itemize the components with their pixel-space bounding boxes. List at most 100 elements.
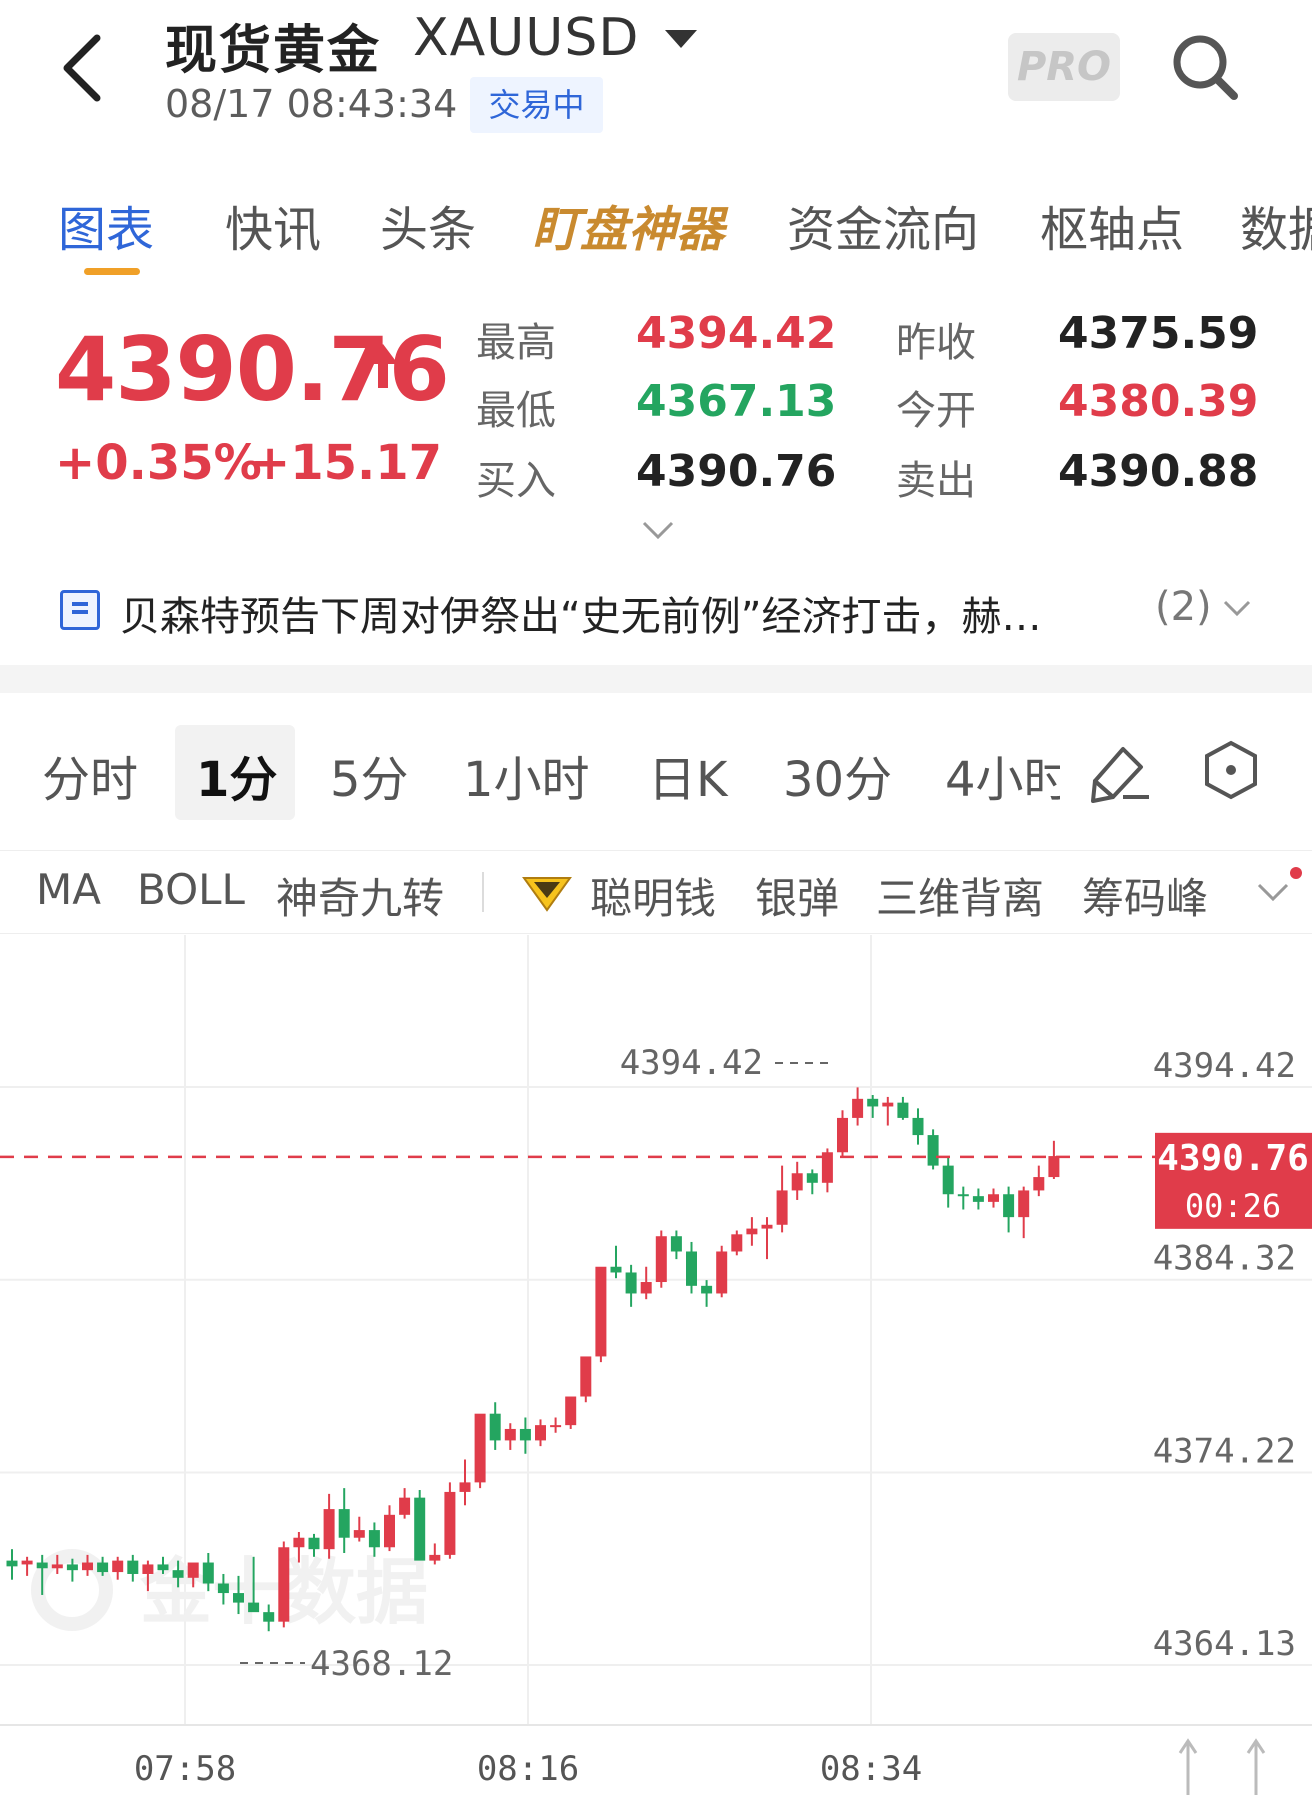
period-1hour[interactable]: 1小时 <box>463 740 590 810</box>
current-price-label: 4390.76 <box>1157 1138 1309 1179</box>
period-5min[interactable]: 5分 <box>330 740 409 810</box>
bid-value: 4390.76 <box>636 446 837 497</box>
candle-body <box>761 1224 773 1229</box>
candle-body <box>323 1509 335 1550</box>
candle-body <box>353 1530 365 1538</box>
candle-body <box>806 1173 818 1183</box>
period-daily[interactable]: 日K <box>648 740 727 810</box>
candle-body <box>701 1285 713 1294</box>
period-30min[interactable]: 30分 <box>783 740 892 810</box>
change-value: +15.17 <box>250 435 443 491</box>
candle-body <box>625 1272 637 1294</box>
candle-body <box>293 1537 305 1548</box>
indicator-bar-divider <box>0 850 1312 851</box>
candle-body <box>610 1266 622 1273</box>
y-tick-label: 4394.42 <box>1153 1046 1296 1086</box>
change-percent: +0.35% <box>55 435 262 491</box>
news-count[interactable]: (2) <box>1155 584 1212 630</box>
indicator-ma[interactable]: MA <box>36 865 101 914</box>
x-tick-label: 07:58 <box>134 1749 236 1789</box>
candle-body <box>640 1282 652 1294</box>
indicator-more-chevron-icon[interactable] <box>1255 880 1291 904</box>
news-headline[interactable]: 贝森特预告下周对伊祭出“史无前例”经济打击，赫… <box>120 584 1100 642</box>
pro-button[interactable]: PRO <box>1008 33 1120 101</box>
candle-body <box>837 1117 848 1153</box>
y-tick-label: 4364.13 <box>1153 1624 1296 1664</box>
y-tick-label: 4384.32 <box>1153 1239 1296 1279</box>
candle-body <box>595 1266 607 1357</box>
notification-dot <box>1290 867 1302 879</box>
tab-chart[interactable]: 图表 <box>58 190 154 260</box>
candle-body <box>655 1236 667 1283</box>
candle-body <box>882 1102 894 1107</box>
candle-body <box>21 1560 33 1565</box>
settings-hexagon-icon[interactable] <box>1196 735 1266 805</box>
open-value: 4380.39 <box>1058 376 1259 427</box>
candle-body <box>429 1554 441 1561</box>
candle-body <box>51 1564 63 1569</box>
candle-body <box>263 1612 275 1622</box>
candle-body <box>278 1547 290 1622</box>
period-timeshare[interactable]: 分时 <box>42 740 138 810</box>
max-price-label: 4394.42 <box>620 1043 763 1083</box>
candlestick-chart[interactable]: 金十数据 4390.7600:264394.424368.12 4394.424… <box>0 935 1312 1809</box>
candle-body <box>957 1194 969 1197</box>
candle-body <box>927 1135 939 1166</box>
candle-body <box>580 1356 592 1397</box>
watermark: 金十数据 <box>31 1549 428 1634</box>
period-1min[interactable]: 1分 <box>196 740 277 810</box>
candle-body <box>233 1593 244 1603</box>
candle-body <box>142 1564 154 1574</box>
chart-axes: 4394.42 4384.32 4374.22 4364.13 07:58 08:16 08… <box>134 1046 1296 1795</box>
candle-body <box>535 1425 546 1441</box>
tab-pivot-points[interactable]: 枢轴点 <box>1040 190 1184 260</box>
symbol-dropdown-icon[interactable] <box>665 30 697 48</box>
period-4hour-clip: 4小时 <box>945 740 1060 810</box>
back-arrow-icon[interactable] <box>55 28 115 108</box>
candle-body <box>867 1098 879 1107</box>
candle-body <box>157 1564 169 1571</box>
candle-body <box>36 1562 48 1569</box>
instrument-symbol[interactable]: XAUUSD <box>413 8 639 68</box>
search-icon[interactable] <box>1168 30 1240 102</box>
prev-close-label: 昨收 <box>896 320 976 366</box>
indicator-3d-divergence[interactable]: 三维背离 <box>876 865 1044 926</box>
period-4hour[interactable]: 4小时 <box>945 740 1060 810</box>
candle-body <box>791 1173 803 1191</box>
tab-flash-news[interactable]: 快讯 <box>225 190 321 260</box>
candle-body <box>1003 1194 1015 1218</box>
indicator-smart-money[interactable]: 聪明钱 <box>590 865 716 926</box>
candle-body <box>187 1562 199 1578</box>
tab-capital-flow[interactable]: 资金流向 <box>787 190 979 260</box>
candle-body <box>1048 1156 1060 1178</box>
candle-body <box>414 1497 426 1561</box>
indicator-boll[interactable]: BOLL <box>137 865 245 914</box>
candle-body <box>308 1537 320 1550</box>
x-tick-label: 08:34 <box>820 1749 922 1789</box>
low-value: 4367.13 <box>636 376 837 427</box>
candle-body <box>444 1491 456 1555</box>
candle-body <box>66 1564 78 1571</box>
expand-quote-chevron-icon[interactable] <box>640 518 676 542</box>
candle-body <box>82 1562 93 1571</box>
indicator-silver-bullet[interactable]: 银弹 <box>755 865 839 926</box>
candle-body <box>217 1583 229 1594</box>
tab-data[interactable]: 数据 <box>1240 190 1312 260</box>
drawing-pen-icon[interactable] <box>1085 735 1155 805</box>
tab-watch-tool[interactable]: 盯盘神器 <box>532 190 724 260</box>
tab-headlines[interactable]: 头条 <box>380 190 476 260</box>
news-expand-chevron-icon[interactable] <box>1222 598 1252 618</box>
candle-body <box>988 1194 999 1202</box>
candle-body <box>489 1413 501 1441</box>
price-up-arrow-icon <box>368 344 398 388</box>
candle-body <box>897 1102 909 1118</box>
active-tab-indicator <box>84 268 140 275</box>
candle-body <box>127 1560 139 1574</box>
indicator-chip-peak[interactable]: 筹码峰 <box>1082 865 1208 926</box>
candle-body <box>942 1165 954 1195</box>
candle-body <box>6 1560 18 1567</box>
candle-body <box>97 1562 109 1573</box>
instrument-title: 现货黄金 <box>165 21 382 81</box>
candle-body <box>686 1251 697 1286</box>
indicator-td9[interactable]: 神奇九转 <box>276 865 444 926</box>
